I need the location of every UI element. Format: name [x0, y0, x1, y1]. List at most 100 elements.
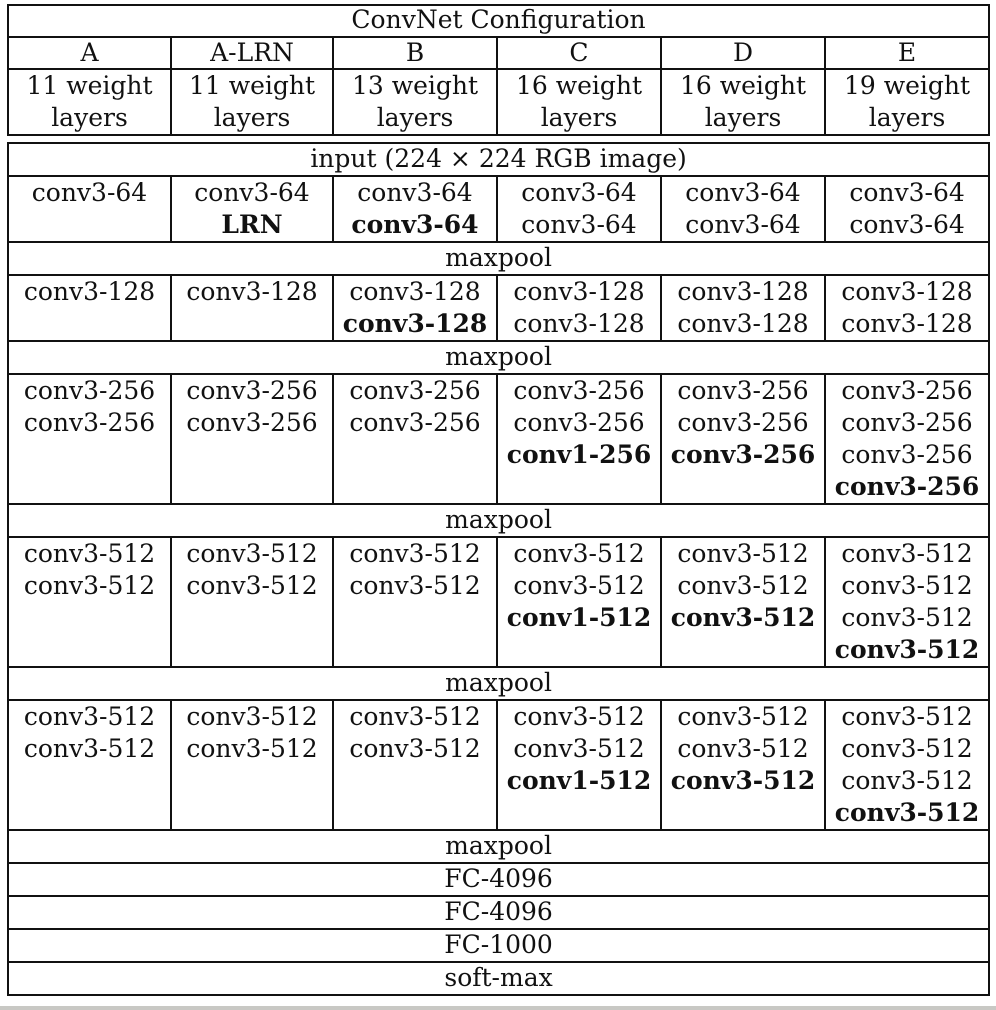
conv-block-row: conv3-128 conv3-128 conv3-128 conv3-128 conv… [7, 274, 991, 342]
layer: conv3-512 [841, 571, 973, 600]
layer: conv3-512 [513, 539, 645, 568]
fc-layer: FC-1000 [6, 928, 991, 963]
layer: conv3-128 [677, 309, 809, 338]
layer: conv3-256 [23, 376, 156, 405]
layer-cell-c: conv3-64 conv3-64 [496, 175, 662, 243]
layer: conv3-256 [841, 376, 973, 405]
layer: conv3-512 [841, 603, 973, 632]
added-layer: conv3-512 [670, 603, 816, 632]
layer-cell-b: conv3-64 conv3-64 [332, 175, 498, 243]
layer: conv3-512 [349, 571, 481, 600]
layer: conv3-128 [186, 277, 318, 306]
header-table: ConvNet Configuration A A-LRN B C D E 11… [6, 4, 991, 136]
layer: conv3-512 [841, 766, 973, 795]
layer-cell-d: conv3-128 conv3-128 [660, 274, 826, 342]
layer: conv3-512 [23, 734, 156, 763]
softmax-layer: soft-max [6, 961, 991, 996]
layer: conv3-512 [841, 734, 973, 763]
layer-cell-c: conv3-256 conv3-256 conv1-256 [496, 373, 662, 505]
layer-cell-a-lrn: conv3-64 LRN [170, 175, 334, 243]
desc-line: layers [540, 103, 618, 132]
layer: conv3-256 [23, 408, 156, 437]
desc-line: layers [704, 103, 782, 132]
column-name-a-lrn: A-LRN [170, 36, 334, 70]
layer: conv3-128 [841, 309, 973, 338]
column-desc-a-lrn: 11 weight layers [170, 68, 334, 136]
layer: conv3-256 [349, 376, 481, 405]
added-layer: conv1-512 [506, 766, 652, 795]
layer: conv3-256 [513, 408, 645, 437]
column-desc-c: 16 weight layers [496, 68, 662, 136]
layer: conv3-64 [685, 178, 801, 207]
maxpool-row: maxpool [6, 503, 991, 538]
column-name-row: A A-LRN B C D E [7, 36, 991, 70]
layer-cell-c: conv3-512 conv3-512 conv1-512 [496, 699, 662, 831]
added-layer: conv3-256 [834, 472, 980, 501]
layer: conv3-256 [349, 408, 481, 437]
layer-cell-a: conv3-64 [7, 175, 172, 243]
layer: conv3-512 [677, 734, 809, 763]
layer-cell-e: conv3-64 conv3-64 [823, 175, 991, 243]
maxpool-row: maxpool [6, 666, 991, 701]
added-layer: conv3-512 [834, 635, 980, 664]
layer: conv3-512 [513, 702, 645, 731]
layer: conv3-512 [23, 539, 156, 568]
added-layer: conv1-256 [506, 440, 652, 469]
column-name-a: A [7, 36, 172, 70]
layer: conv3-128 [513, 309, 645, 338]
layer-cell-a-lrn: conv3-128 [170, 274, 334, 342]
conv-block-row: conv3-64 conv3-64 LRN conv3-64 conv3-64 conv3… [7, 175, 991, 243]
layers-table: input (224 × 224 RGB image) conv3-64 conv… [6, 142, 991, 996]
layer-cell-b: conv3-256 conv3-256 [332, 373, 498, 505]
input-row: input (224 × 224 RGB image) [6, 142, 991, 177]
layer: conv3-512 [513, 571, 645, 600]
desc-line: 19 weight [843, 71, 971, 100]
layer: conv3-512 [186, 734, 318, 763]
fc-row: FC-1000 [6, 928, 991, 963]
softmax-row: soft-max [6, 961, 991, 996]
layer: conv3-64 [685, 210, 801, 239]
layer-cell-d: conv3-512 conv3-512 conv3-512 [660, 699, 826, 831]
maxpool-layer: maxpool [6, 503, 991, 538]
added-layer: LRN [221, 210, 283, 239]
layer: conv3-512 [677, 571, 809, 600]
desc-line: 11 weight [26, 71, 153, 100]
maxpool-row: maxpool [6, 340, 991, 375]
maxpool-row: maxpool [6, 241, 991, 276]
added-layer: conv3-64 [351, 210, 479, 239]
conv-block-row: conv3-512 conv3-512 conv3-512 conv3-512 conv… [7, 699, 991, 831]
desc-line: 13 weight [351, 71, 479, 100]
input-layer: input (224 × 224 RGB image) [6, 142, 991, 177]
layer-cell-c: conv3-512 conv3-512 conv1-512 [496, 536, 662, 668]
maxpool-layer: maxpool [6, 829, 991, 864]
layer-cell-e: conv3-128 conv3-128 [823, 274, 991, 342]
added-layer: conv3-256 [670, 440, 816, 469]
added-layer: conv1-512 [506, 603, 652, 632]
layer: conv3-64 [849, 210, 965, 239]
fc-layer: FC-4096 [6, 862, 991, 897]
layer: conv3-64 [31, 178, 148, 207]
layer: conv3-256 [677, 408, 809, 437]
desc-line: 11 weight [188, 71, 316, 100]
layer: conv3-512 [23, 571, 156, 600]
layer-cell-a-lrn: conv3-512 conv3-512 [170, 699, 334, 831]
layer-cell-e: conv3-512 conv3-512 conv3-512 conv3-512 [823, 699, 991, 831]
layer-cell-d: conv3-256 conv3-256 conv3-256 [660, 373, 826, 505]
desc-line: layers [51, 103, 128, 132]
layer-cell-a-lrn: conv3-256 conv3-256 [170, 373, 334, 505]
desc-line: layers [213, 103, 291, 132]
convnet-configuration-table: ConvNet Configuration A A-LRN B C D E 11… [6, 4, 991, 996]
layer: conv3-512 [186, 571, 318, 600]
layer: conv3-64 [849, 178, 965, 207]
layer: conv3-64 [521, 178, 637, 207]
added-layer: conv3-512 [834, 798, 980, 827]
layer: conv3-64 [357, 178, 473, 207]
layer-cell-b: conv3-512 conv3-512 [332, 536, 498, 668]
desc-line: layers [868, 103, 946, 132]
title-row: ConvNet Configuration [6, 4, 991, 38]
layer: conv3-512 [513, 734, 645, 763]
layer-cell-a: conv3-512 conv3-512 [7, 536, 172, 668]
conv-block-row: conv3-512 conv3-512 conv3-512 conv3-512 conv… [7, 536, 991, 668]
layer: conv3-128 [841, 277, 973, 306]
layer: conv3-256 [186, 408, 318, 437]
